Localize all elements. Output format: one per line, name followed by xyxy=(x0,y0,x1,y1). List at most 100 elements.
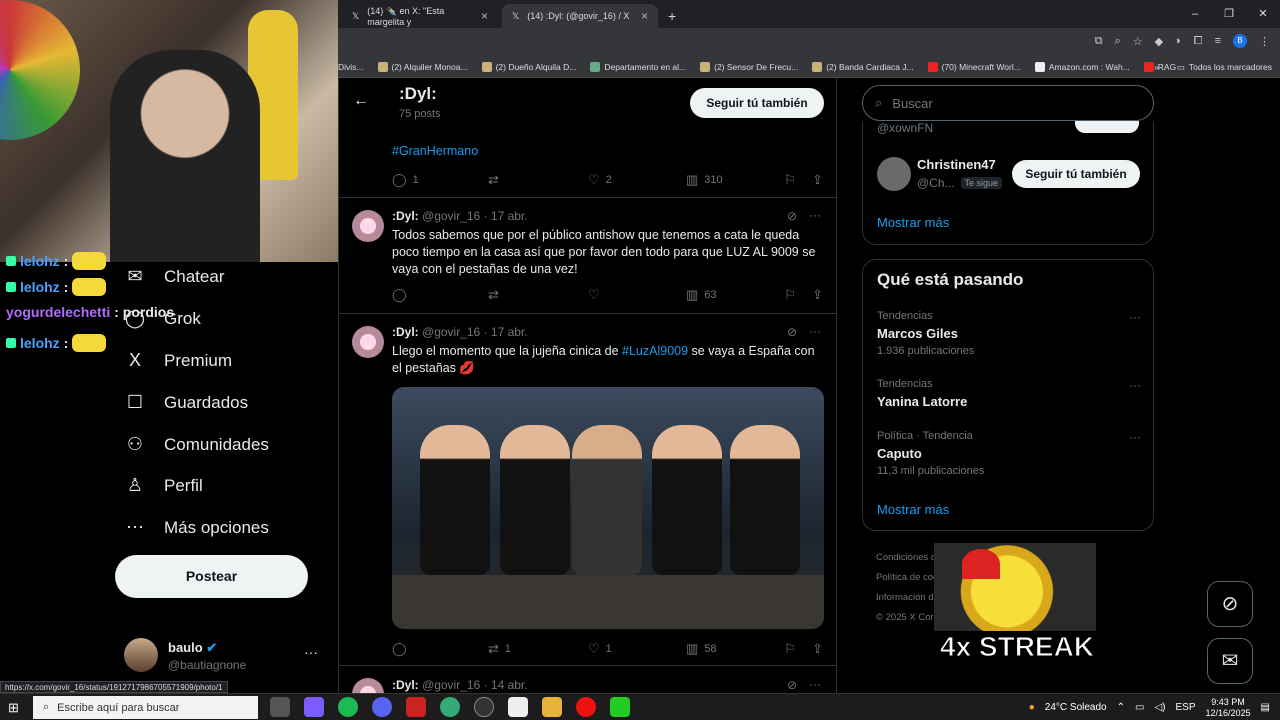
tab-profile[interactable]: 𝕏 (14) :Dyl: (@govir_16) / X × xyxy=(502,4,658,28)
search-input[interactable]: ⌕ Buscar xyxy=(862,85,1154,121)
nav-more[interactable]: ⋯ Más opciones xyxy=(124,517,269,538)
bookmark-item[interactable]: (2) Sensor De Frecu... xyxy=(700,61,798,72)
nav-bookmarks[interactable]: ☐ Guardados xyxy=(124,392,248,413)
close-window-icon[interactable]: ✕ xyxy=(1246,0,1280,28)
bookmark-button[interactable]: ⚐ xyxy=(784,287,796,303)
reply-button[interactable]: ◯ xyxy=(392,641,407,657)
like-button[interactable]: ♡ xyxy=(588,287,600,303)
post-button[interactable]: Postear xyxy=(115,555,308,598)
more-icon[interactable]: ··· xyxy=(809,677,821,691)
show-more-link[interactable]: Mostrar más xyxy=(877,215,949,230)
bookmarks-overflow-icon[interactable]: » xyxy=(1154,62,1159,72)
bookmark-item[interactable]: Departamento en al... xyxy=(590,61,686,72)
like-button[interactable]: ♡ 1 xyxy=(588,641,612,657)
spotify-icon[interactable] xyxy=(338,697,358,717)
more-icon[interactable]: ··· xyxy=(1129,310,1141,324)
account-more-icon[interactable]: ··· xyxy=(304,644,318,660)
media-icon[interactable]: ≡ xyxy=(1215,35,1221,47)
avatar[interactable] xyxy=(877,157,911,191)
nav-profile[interactable]: ♙ Perfil xyxy=(124,475,203,496)
suggested-name[interactable]: Christinen47 xyxy=(917,157,996,172)
windows-start-icon[interactable]: ⊞ xyxy=(8,700,19,716)
footer-link[interactable]: Condiciones d xyxy=(876,548,938,568)
obs-icon[interactable] xyxy=(474,697,494,717)
hashtag-link[interactable]: #GranHermano xyxy=(392,144,478,158)
bookmark-button[interactable]: ⚐ xyxy=(784,641,796,657)
zoom-icon[interactable]: ⌕ xyxy=(1115,35,1121,48)
weather-text[interactable]: 24°C Soleado xyxy=(1045,702,1107,713)
bookmark-item[interactable]: (2) Dueño Alquila D... xyxy=(481,61,576,72)
share-button[interactable]: ⇪ xyxy=(812,172,823,188)
close-tab-icon[interactable]: × xyxy=(481,9,488,23)
bookmark-item[interactable]: Divis... xyxy=(338,62,364,72)
taskbar-search-input[interactable]: ⌕ Escribe aquí para buscar xyxy=(33,696,258,719)
retweet-button[interactable]: ⇄ xyxy=(488,287,499,303)
reply-button[interactable]: ◯ xyxy=(392,287,407,303)
extension-icon[interactable]: ◆ xyxy=(1155,35,1163,48)
views-button[interactable]: ▥ 63 xyxy=(686,287,717,303)
retweet-button[interactable]: ⇄ 1 xyxy=(488,641,511,657)
more-icon[interactable]: ··· xyxy=(809,324,821,338)
views-button[interactable]: ▥ 310 xyxy=(686,172,723,188)
grok-icon[interactable]: ⊘ xyxy=(787,678,797,692)
chrome-icon[interactable] xyxy=(440,697,460,717)
kick-icon[interactable] xyxy=(610,697,630,717)
volume-icon[interactable]: ◁) xyxy=(1154,702,1165,713)
network-icon[interactable]: ▭ xyxy=(1135,702,1144,713)
restore-icon[interactable]: ❐ xyxy=(1212,0,1246,28)
tweet[interactable]: :Dyl: @govir_16 · 14 abr. ⊘ ··· xyxy=(339,666,836,693)
grok-icon[interactable]: ⊘ xyxy=(787,209,797,223)
retweet-button[interactable]: ⇄ xyxy=(488,172,499,188)
folder-icon[interactable] xyxy=(542,697,562,717)
nav-chat[interactable]: ✉ Chatear xyxy=(124,266,224,287)
more-icon[interactable]: ··· xyxy=(1129,378,1141,392)
app-icon[interactable] xyxy=(406,697,426,717)
bookmark-button[interactable]: ⚐ xyxy=(784,172,796,188)
discord-icon[interactable] xyxy=(372,697,392,717)
hashtag-link[interactable]: #LuzAl9009 xyxy=(622,344,688,358)
grok-icon[interactable]: ⊘ xyxy=(787,325,797,339)
clock[interactable]: 9:43 PM 12/16/2025 xyxy=(1206,697,1251,719)
opera-icon[interactable] xyxy=(576,697,596,717)
extension-icon[interactable]: ◗ xyxy=(1175,35,1182,47)
tweet[interactable]: #GranHermano ◯ 1 ⇄ ♡ 2 ▥ 310 ⚐ ⇪ xyxy=(339,118,836,198)
reply-button[interactable]: ◯ 1 xyxy=(392,172,419,188)
notification-icon[interactable]: ▤ xyxy=(1261,702,1270,713)
task-view-icon[interactable] xyxy=(270,697,290,717)
more-icon[interactable]: ··· xyxy=(809,208,821,222)
bookmark-item[interactable]: (2) Banda Cardiaca J... xyxy=(812,61,914,72)
bookmark-item[interactable]: Amazon.com : Wah... xyxy=(1034,61,1130,72)
nav-communities[interactable]: ⚇ Comunidades xyxy=(124,434,269,455)
tweet-photo[interactable] xyxy=(392,387,824,629)
star-icon[interactable]: ☆ xyxy=(1133,35,1143,48)
copilot-icon[interactable] xyxy=(304,697,324,717)
profile-avatar[interactable]: B xyxy=(1233,34,1247,48)
app-icon[interactable] xyxy=(508,697,528,717)
follow-button[interactable] xyxy=(1075,121,1139,133)
like-button[interactable]: ♡ 2 xyxy=(588,172,612,188)
language-indicator[interactable]: ESP xyxy=(1175,702,1195,713)
footer-link[interactable]: Información d xyxy=(876,588,938,608)
tweet[interactable]: :Dyl: @govir_16 · 17 abr. ⊘ ··· Todos sa… xyxy=(339,198,836,314)
tweet[interactable]: :Dyl: @govir_16 · 17 abr. ⊘ ··· Llego el… xyxy=(339,314,836,666)
nav-premium[interactable]: X Premium xyxy=(124,350,232,371)
share-button[interactable]: ⇪ xyxy=(812,641,823,657)
show-more-link[interactable]: Mostrar más xyxy=(877,502,949,517)
cast-icon[interactable]: ⧉ xyxy=(1095,35,1103,48)
messages-float-button[interactable]: ✉ xyxy=(1207,638,1253,684)
menu-icon[interactable]: ⋮ xyxy=(1259,35,1270,48)
close-tab-icon[interactable]: × xyxy=(641,9,648,23)
trend-item[interactable]: Política · Tendencia Caputo 11,3 mil pub… xyxy=(877,430,1141,477)
tab-tweet[interactable]: 𝕏 (14) ✒️ en X: "Esta margelita y × xyxy=(342,4,498,28)
trend-item[interactable]: Tendencias Yanina Latorre ··· xyxy=(877,378,1141,409)
trend-item[interactable]: Tendencias Marcos Giles 1.936 publicacio… xyxy=(877,310,1141,357)
account-switcher[interactable]: baulo ✔ @bautiagnone ··· xyxy=(124,638,324,678)
bookmark-item[interactable]: (2) Alquiler Monoa... xyxy=(377,61,468,72)
new-tab-button[interactable]: + xyxy=(658,4,684,28)
chevron-up-icon[interactable]: ⌃ xyxy=(1117,702,1125,713)
footer-link[interactable]: Política de coo xyxy=(876,568,938,588)
views-button[interactable]: ▥ 58 xyxy=(686,641,717,657)
bookmark-item[interactable]: (70) Minecraft Worl... xyxy=(927,61,1021,72)
back-arrow-icon[interactable]: ← xyxy=(353,92,369,110)
all-bookmarks[interactable]: ▭ Todos los marcadores xyxy=(1177,62,1272,73)
